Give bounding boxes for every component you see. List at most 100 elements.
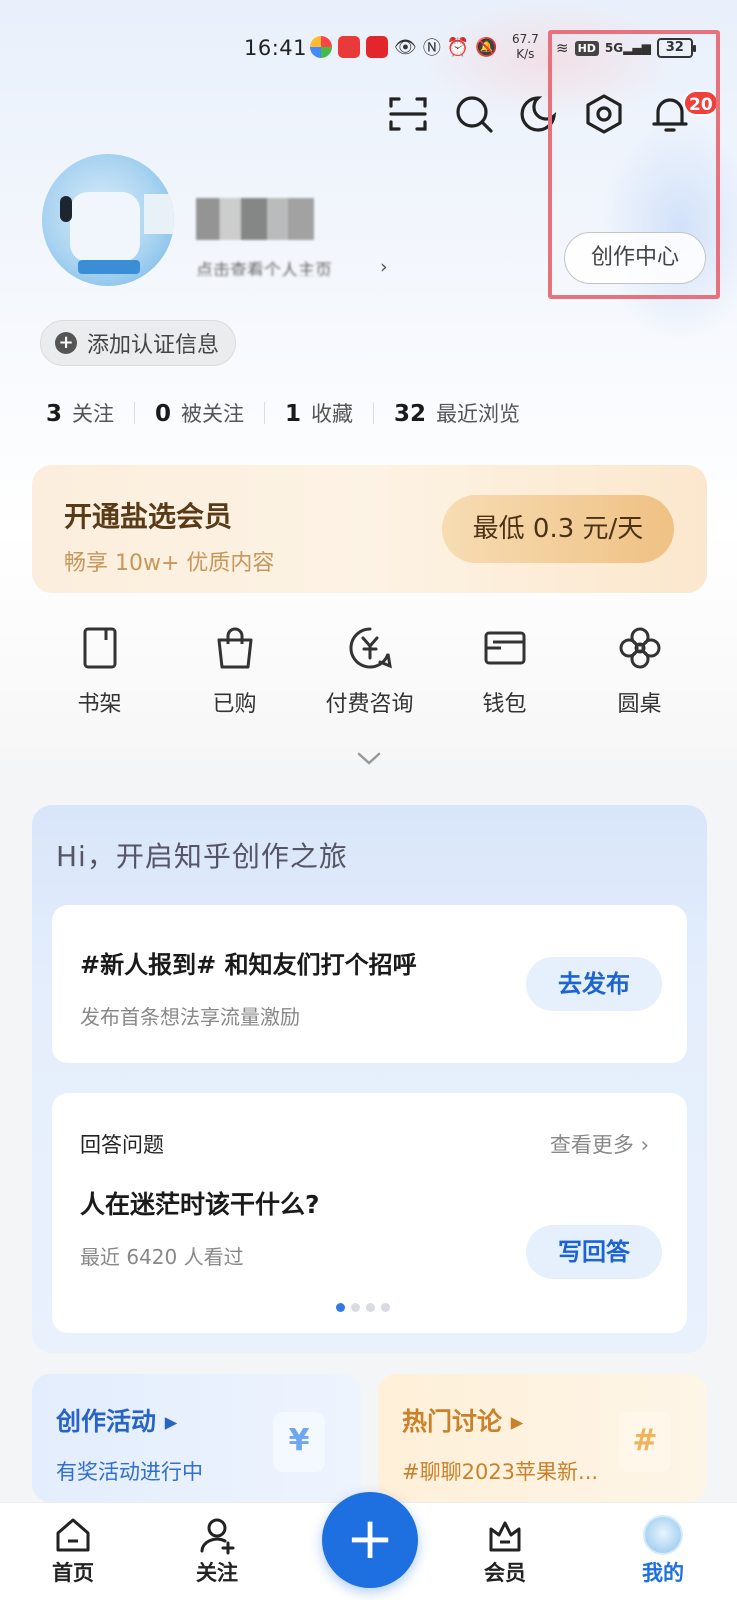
stat-label: 关注 [72, 402, 115, 426]
tile-title: 热门讨论 ▸ [402, 1407, 524, 1436]
avatar-image [60, 196, 72, 222]
quick-link-bookshelf[interactable]: 书架 [32, 624, 167, 718]
username-blurred[interactable] [196, 198, 314, 240]
profile-stats: 3 关注 0 被关注 1 收藏 32 最近浏览 [46, 398, 520, 428]
quick-link-label: 书架 [77, 692, 122, 717]
vip-crown-icon [489, 1521, 521, 1552]
tile-title: 创作活动 ▸ [56, 1407, 178, 1436]
stat-recent-views[interactable]: 32 最近浏览 [394, 398, 520, 428]
divider [134, 402, 136, 424]
add-certification-label: 添加认证信息 [87, 333, 220, 358]
stat-value: 32 [394, 401, 427, 427]
stat-following[interactable]: 3 关注 [46, 398, 114, 428]
carousel-dots [336, 1303, 390, 1312]
nav-follow[interactable]: 关注 [172, 1515, 262, 1587]
stat-label: 被关注 [181, 402, 245, 426]
shopping-bag-icon [217, 627, 252, 669]
vip-price-button[interactable]: 最低 0.3 元/天 [442, 495, 674, 563]
yen-icon: ¥ [273, 1412, 325, 1472]
creation-activity-tile[interactable]: 创作活动 ▸ 有奖活动进行中 ¥ [32, 1374, 361, 1502]
chevron-down-icon[interactable] [355, 748, 383, 768]
app-notification-icon [310, 36, 332, 58]
stat-followers[interactable]: 0 被关注 [155, 398, 244, 428]
nav-home[interactable]: 首页 [28, 1515, 118, 1587]
nav-label: 我的 [642, 1561, 684, 1585]
search-icon[interactable] [452, 92, 496, 136]
carousel-dot [351, 1303, 360, 1312]
avatar-image [70, 192, 140, 262]
tile-subtitle: 有奖活动进行中 [56, 1460, 203, 1484]
paid-consult-icon [348, 627, 392, 669]
question-views: 最近 6420 人看过 [80, 1245, 244, 1269]
post-prompt-subtitle: 发布首条想法享流量激励 [80, 1005, 300, 1029]
quick-links: 书架 已购 付费咨询 钱包 圆桌 [32, 624, 707, 718]
divider [264, 402, 266, 424]
quick-link-label: 圆桌 [617, 692, 662, 717]
quick-link-label: 已购 [212, 692, 257, 717]
app-notification-icon [338, 36, 360, 58]
new-user-post-card[interactable]: #新人报到# 和知友们打个招呼 发布首条想法享流量激励 去发布 [52, 905, 687, 1063]
nav-mine[interactable]: 我的 [618, 1515, 708, 1587]
plus-icon: + [55, 332, 77, 354]
quick-link-paid-consult[interactable]: 付费咨询 [302, 624, 437, 718]
scan-icon[interactable] [386, 92, 430, 136]
nav-label: 首页 [52, 1561, 94, 1585]
create-plus-button[interactable]: + [322, 1492, 418, 1588]
creation-title: Hi，开启知乎创作之旅 [56, 840, 348, 873]
carousel-dot [381, 1303, 390, 1312]
quick-link-purchased[interactable]: 已购 [167, 624, 302, 718]
status-notification-icons: 👁 Ⓝ ⏰ 🔕 [310, 34, 498, 60]
stat-value: 1 [285, 401, 302, 427]
vip-banner[interactable]: 开通盐选会员 畅享 10w+ 优质内容 最低 0.3 元/天 [32, 465, 707, 593]
avatar [643, 1515, 683, 1555]
bookshelf-icon [83, 627, 116, 669]
home-icon [56, 1518, 90, 1552]
stat-value: 0 [155, 401, 172, 427]
network-speed: 67.7 K/s [512, 32, 539, 62]
quick-link-wallet[interactable]: 钱包 [437, 624, 572, 718]
question-title[interactable]: 人在迷茫时该干什么? [80, 1185, 320, 1221]
status-time: 16:41 [244, 36, 308, 60]
app-notification-icon [366, 36, 388, 58]
publish-button[interactable]: 去发布 [526, 957, 662, 1011]
highlight-annotation-box [548, 30, 720, 299]
eye-icon: 👁 [394, 36, 417, 58]
quick-link-label: 钱包 [482, 692, 527, 717]
stat-value: 3 [46, 401, 63, 427]
write-answer-button[interactable]: 写回答 [526, 1225, 662, 1279]
carousel-dot [336, 1303, 345, 1312]
roundtable-icon [619, 627, 660, 669]
answer-question-card[interactable]: 回答问题 查看更多 › 人在迷茫时该干什么? 最近 6420 人看过 写回答 [52, 1093, 687, 1333]
nav-label: 关注 [196, 1561, 238, 1585]
creation-section: Hi，开启知乎创作之旅 #新人报到# 和知友们打个招呼 发布首条想法享流量激励 … [32, 805, 707, 1353]
quick-link-roundtable[interactable]: 圆桌 [572, 624, 707, 718]
profile-link-text[interactable]: 点击查看个人主页 [196, 256, 378, 276]
avatar-image [144, 194, 174, 234]
mute-icon: 🔕 [475, 36, 498, 58]
network-speed-value: 67.7 [512, 32, 539, 46]
nfc-icon: Ⓝ [422, 38, 441, 59]
avatar[interactable] [42, 154, 174, 286]
network-speed-unit: K/s [516, 47, 535, 61]
quick-link-label: 付费咨询 [325, 692, 414, 717]
wallet-icon [484, 631, 525, 665]
see-more-link[interactable]: 查看更多 › [550, 1129, 649, 1159]
chevron-right-icon[interactable]: › [380, 256, 388, 278]
hot-discussion-tile[interactable]: 热门讨论 ▸ #聊聊2023苹果新... # [378, 1374, 707, 1502]
nav-vip[interactable]: 会员 [460, 1515, 550, 1587]
stat-favorites[interactable]: 1 收藏 [285, 398, 353, 428]
carousel-dot [366, 1303, 375, 1312]
add-certification-button[interactable]: + 添加认证信息 [40, 320, 236, 366]
stat-label: 最近浏览 [436, 402, 521, 426]
alarm-icon: ⏰ [446, 36, 470, 58]
follow-user-icon [200, 1518, 235, 1555]
stat-label: 收藏 [311, 402, 354, 426]
avatar-image [78, 260, 140, 274]
nav-label: 会员 [484, 1561, 526, 1585]
hashtag-icon: # [619, 1412, 671, 1472]
answer-section-label: 回答问题 [80, 1133, 164, 1157]
vip-subtitle: 畅享 10w+ 优质内容 [64, 551, 275, 576]
divider [373, 402, 375, 424]
post-prompt-title: #新人报到# 和知友们打个招呼 [80, 951, 417, 979]
tile-subtitle: #聊聊2023苹果新... [402, 1460, 599, 1484]
